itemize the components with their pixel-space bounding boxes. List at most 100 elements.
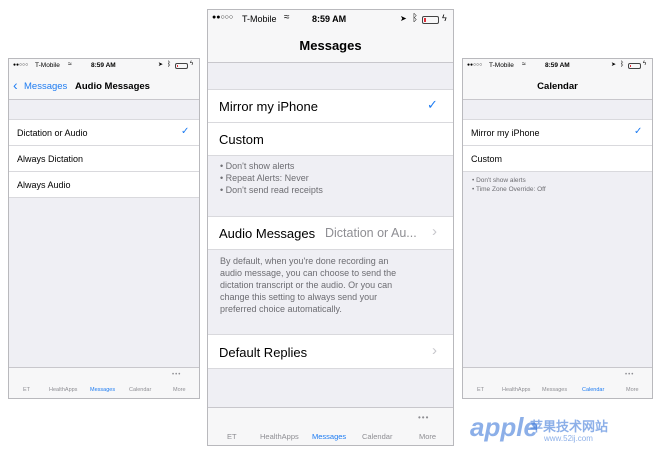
carrier-label: T-Mobile: [35, 62, 60, 69]
option-label: Always Audio: [17, 180, 71, 190]
tab-messages[interactable]: Messages: [542, 387, 567, 393]
wifi-icon: ≈: [522, 61, 526, 68]
option-row[interactable]: Always Audio: [9, 171, 199, 198]
audio-description-line: By default, when you're done recording a…: [220, 256, 389, 266]
battery-fill: [424, 18, 426, 22]
status-bar: ●●○○○ T-Mobile ≈ 8:59 AM ➤ ᛒ ϟ: [463, 59, 652, 73]
carrier-label: T-Mobile: [242, 14, 277, 24]
battery-icon: [422, 16, 439, 24]
charging-icon: ϟ: [190, 61, 194, 67]
page-title: Audio Messages: [75, 81, 150, 92]
custom-note: • Don't show alerts: [220, 161, 295, 171]
option-label: Always Dictation: [17, 154, 84, 164]
back-chevron-icon[interactable]: ‹: [13, 77, 18, 93]
option-label: Dictation or Audio: [17, 128, 88, 138]
nav-bar: Calendar: [463, 73, 652, 100]
wifi-icon: ≈: [284, 12, 290, 23]
audio-description-line: audio message, you can choose to send th…: [220, 268, 397, 278]
custom-label: Custom: [471, 154, 503, 164]
battery-fill: [630, 65, 631, 67]
checkmark-icon: ✓: [427, 97, 438, 112]
battery-icon: [175, 63, 188, 69]
custom-note: • Don't show alerts: [472, 177, 526, 184]
location-arrow-icon: ➤: [158, 62, 164, 68]
watermark-url: www.52ij.com: [544, 434, 593, 443]
tab-messages[interactable]: Messages: [312, 432, 346, 441]
audio-messages-value: Dictation or Au...: [325, 226, 417, 240]
audio-messages-label: Audio Messages: [219, 226, 316, 241]
tab-calendar[interactable]: Calendar: [362, 432, 392, 441]
audio-description-line: dictation transcript or the audio. Or yo…: [220, 280, 393, 290]
tab-et[interactable]: ET: [227, 432, 237, 441]
signal-strength: ●●○○○: [212, 14, 234, 21]
chevron-right-icon: ›: [432, 223, 437, 240]
status-bar: ●●○○○ T-Mobile ≈ 8:59 AM ➤ ᛒ ϟ: [9, 59, 199, 73]
custom-row[interactable]: Custom: [208, 122, 453, 156]
custom-note: • Repeat Alerts: Never: [220, 173, 309, 183]
audio-messages-row[interactable]: Audio Messages Dictation or Au... ›: [208, 216, 453, 250]
watermark-brand: apple: [470, 412, 538, 442]
bluetooth-icon: ᛒ: [412, 13, 418, 24]
wifi-icon: ≈: [68, 61, 72, 68]
watermark-site: 苹果技术网站: [530, 419, 609, 434]
mirror-label: Mirror my iPhone: [471, 128, 540, 138]
audio-description-line: change this setting to always send your: [220, 292, 378, 302]
default-replies-row[interactable]: Default Replies ›: [208, 334, 453, 369]
location-arrow-icon: ➤: [611, 62, 617, 68]
nav-bar: Messages: [208, 30, 453, 63]
tab-bar: ••• ET HealthApps Messages Calendar More: [208, 407, 453, 445]
chevron-right-icon: ›: [432, 342, 437, 359]
custom-label: Custom: [219, 132, 264, 147]
default-replies-label: Default Replies: [219, 345, 308, 360]
custom-note: • Don't send read receipts: [220, 185, 323, 195]
charging-icon: ϟ: [643, 61, 647, 67]
carrier-label: T-Mobile: [489, 62, 514, 69]
tab-et[interactable]: ET: [477, 387, 484, 393]
option-row[interactable]: Dictation or Audio ✓: [9, 119, 199, 145]
bluetooth-icon: ᛒ: [167, 61, 172, 68]
status-time: 8:59 AM: [545, 62, 570, 69]
location-arrow-icon: ➤: [400, 14, 407, 23]
more-dots-icon[interactable]: •••: [172, 372, 181, 378]
tab-bar: ••• ET HealthApps Messages Calendar More: [9, 367, 199, 398]
tab-calendar[interactable]: Calendar: [129, 387, 151, 393]
tab-healthapps[interactable]: HealthApps: [502, 387, 530, 393]
tab-calendar[interactable]: Calendar: [582, 387, 604, 393]
tab-more[interactable]: More: [626, 387, 639, 393]
nav-bar: ‹ Messages Audio Messages: [9, 73, 199, 100]
signal-strength: ●●○○○: [467, 62, 483, 68]
left-phone-screen: ●●○○○ T-Mobile ≈ 8:59 AM ➤ ᛒ ϟ ‹ Message…: [8, 58, 200, 399]
mirror-iphone-row[interactable]: Mirror my iPhone ✓: [463, 119, 652, 145]
back-button[interactable]: Messages: [24, 81, 67, 92]
watermark: apple 苹果技术网站 www.52ij.com: [470, 404, 660, 456]
page-title: Messages: [299, 38, 362, 53]
audio-description-line: preferred choice automatically.: [220, 304, 342, 314]
status-time: 8:59 AM: [312, 14, 347, 24]
custom-note: • Time Zone Override: Off: [472, 186, 546, 193]
charging-icon: ϟ: [442, 13, 447, 23]
battery-fill: [177, 65, 178, 67]
mirror-iphone-row[interactable]: Mirror my iPhone ✓: [208, 89, 453, 122]
more-dots-icon[interactable]: •••: [625, 372, 634, 378]
page-title: Calendar: [537, 81, 578, 92]
custom-row[interactable]: Custom: [463, 145, 652, 172]
checkmark-icon: ✓: [181, 126, 190, 137]
right-phone-screen: ●●○○○ T-Mobile ≈ 8:59 AM ➤ ᛒ ϟ Calendar …: [462, 58, 653, 399]
more-dots-icon[interactable]: •••: [418, 413, 429, 422]
status-time: 8:59 AM: [91, 62, 116, 69]
checkmark-icon: ✓: [634, 126, 643, 137]
tab-healthapps[interactable]: HealthApps: [260, 432, 299, 441]
signal-strength: ●●○○○: [13, 62, 29, 68]
battery-icon: [628, 63, 641, 69]
option-row[interactable]: Always Dictation: [9, 145, 199, 171]
tab-more[interactable]: More: [173, 387, 186, 393]
tab-bar: ••• ET HealthApps Messages Calendar More: [463, 367, 652, 398]
tab-healthapps[interactable]: HealthApps: [49, 387, 77, 393]
mirror-label: Mirror my iPhone: [219, 99, 318, 114]
tab-et[interactable]: ET: [23, 387, 30, 393]
tab-more[interactable]: More: [419, 432, 436, 441]
tab-messages[interactable]: Messages: [90, 387, 115, 393]
bluetooth-icon: ᛒ: [620, 61, 625, 68]
status-bar: ●●○○○ T-Mobile ≈ 8:59 AM ➤ ᛒ ϟ: [208, 10, 453, 30]
center-phone-screen: ●●○○○ T-Mobile ≈ 8:59 AM ➤ ᛒ ϟ Messages …: [207, 9, 454, 446]
